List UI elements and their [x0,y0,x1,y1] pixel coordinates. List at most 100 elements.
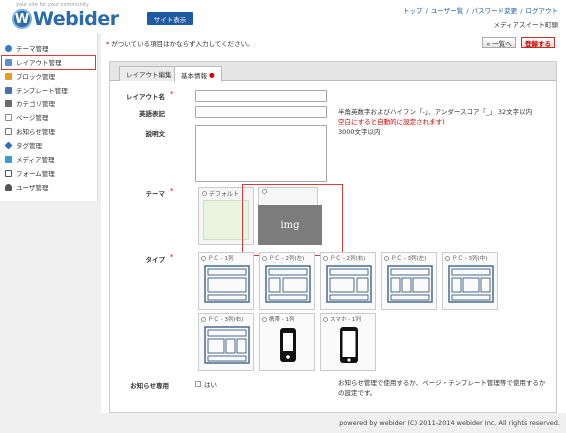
type-label-text: ＰＣ - 3列(左) [391,256,427,262]
smartphone-icon [340,327,358,363]
layout-icon [5,58,12,66]
description-label: 説明文 [145,130,166,138]
globe-icon [5,44,12,52]
english-label: 英語表記 [139,110,165,118]
sidebar-item-tag[interactable]: タグ管理 [4,139,42,151]
required-note: * がついている項目はかならず入力してください。 [106,38,254,48]
nav-link-top[interactable]: トップ [403,7,423,15]
nav-link-user-list[interactable]: ユーザー覧 [431,7,463,15]
type-label: タイプ [145,256,166,264]
type-option-label: スマホ - 1列 [323,315,361,323]
sidebar-item-block[interactable]: ブロック管理 [5,70,55,82]
sidebar-item-label: お知らせ管理 [16,128,55,136]
sidebar-item-layout[interactable]: レイアウト管理 [5,56,62,68]
news-only-label: お知らせ専用 [130,382,169,390]
tab-layout-edit[interactable]: レイアウト編集 [119,66,179,81]
sidebar-item-label: カテゴリ管理 [16,100,55,108]
radio-button[interactable] [201,255,206,261]
sidebar: テーマ管理 レイアウト管理 ブロック管理 テンプレート管理 カテゴリ管理 ページ… [0,33,98,201]
type-label-text: ＰＣ - 3列(中) [452,256,488,262]
radio-button[interactable] [262,316,267,322]
sidebar-item-label: ブロック管理 [16,73,55,81]
radio-button[interactable] [323,255,328,261]
nav-separator: / [425,7,428,15]
required-star: * [170,90,174,98]
required-star: * [170,187,174,195]
type-option-pc-2col-left[interactable]: ＰＣ - 2列(左) [259,252,315,310]
layout-name-label: レイアウト名 [126,93,165,101]
radio-button[interactable] [202,191,207,196]
sidebar-item-theme[interactable]: テーマ管理 [5,42,49,54]
type-option-mobile-1col[interactable]: 携帯 - 1列 [259,313,315,371]
required-note-text: がついている項目はかならず入力してください。 [111,40,254,48]
sidebar-item-label: テーマ管理 [16,45,49,53]
top-nav-links: トップ / ユーザー覧 / パスワード変更 / ログアウト [403,5,558,15]
tag-icon [4,141,13,149]
sidebar-item-label: ユーザ管理 [16,184,49,192]
news-only-checkbox-label: はい [204,381,217,389]
theme-default-label: デフォルト [209,191,240,198]
type-option-pc-3col-left[interactable]: ＰＣ - 3列(左) [381,252,437,310]
sidebar-item-label: タグ管理 [16,142,42,150]
sidebar-item-label: レイアウト管理 [16,59,62,67]
tab-required-dot: ● [209,70,215,79]
layout-2col-right-icon [326,265,372,303]
type-option-label: ＰＣ - 2列(左) [262,254,304,262]
type-option-label: ＰＣ - 2列(右) [323,254,365,262]
view-site-button[interactable]: サイト表示 [147,12,193,25]
user-icon [5,183,12,191]
radio-button[interactable] [262,255,267,261]
nav-link-change-password[interactable]: パスワード変更 [472,7,518,15]
type-option-label: ＰＣ - 1列 [201,254,233,262]
description-textarea[interactable] [195,125,327,182]
sidebar-item-media[interactable]: メディア管理 [5,153,55,165]
sidebar-item-page[interactable]: ページ管理 [5,111,48,123]
news-only-checkbox[interactable] [195,381,201,387]
radio-button[interactable] [201,316,206,322]
type-option-label: ＰＣ - 3列(右) [201,315,243,323]
sidebar-item-template[interactable]: テンプレート管理 [5,84,68,96]
sidebar-item-category[interactable]: カテゴリ管理 [5,97,55,109]
tab-label: レイアウト編集 [126,71,172,79]
nav-separator: / [520,7,523,15]
type-option-smartphone-1col[interactable]: スマホ - 1列 [320,313,376,371]
layout-3col-left-icon [387,265,433,303]
english-name-input[interactable] [195,106,327,118]
description-hint: 3000文字以内 [338,128,381,136]
type-option-pc-3col-right[interactable]: ＰＣ - 3列(右) [198,313,254,371]
form-panel: レイアウト編集 基本情報 ● レイアウト名 * 英語表記 半角英数字およびハイフ… [109,61,557,413]
footer: powered by webider (C) 2011-2014 webider… [0,413,566,433]
radio-button[interactable] [323,316,328,322]
layout-name-input[interactable] [195,90,327,102]
media-icon [5,155,12,163]
current-user-name: メディアスイート町頭 [493,21,558,29]
type-option-label: ＰＣ - 3列(中) [445,254,487,262]
register-button[interactable]: 登録する [521,37,555,48]
sidebar-item-news[interactable]: お知らせ管理 [5,125,55,137]
page-icon [5,113,12,121]
tab-bar: レイアウト編集 基本情報 ● [110,62,556,82]
logo[interactable]: W Webider [12,8,119,30]
required-star: * [170,253,174,261]
radio-button[interactable] [384,255,389,261]
nav-link-logout[interactable]: ログアウト [526,7,559,15]
logo-text: Webider [33,8,119,30]
theme-image-placeholder: img [258,205,322,245]
nav-separator: / [466,7,469,15]
type-option-pc-3col-center[interactable]: ＰＣ - 3列(中) [442,252,498,310]
type-option-pc-2col-right[interactable]: ＰＣ - 2列(右) [320,252,376,310]
back-to-list-button[interactable]: « 一覧へ [482,37,516,48]
app-header: your site for your community W Webider サ… [0,0,566,33]
sidebar-item-user[interactable]: ユーザ管理 [5,181,48,193]
main-content: * がついている項目はかならず入力してください。 « 一覧へ 登録する レイアウ… [101,33,566,413]
tab-basic-info[interactable]: 基本情報 ● [174,66,222,82]
sidebar-item-label: フォーム管理 [16,170,55,178]
radio-button[interactable] [445,255,450,261]
tab-label: 基本情報 [181,71,207,80]
news-icon [5,127,12,135]
news-only-checkbox-row[interactable]: はい [195,379,217,389]
feature-phone-icon [280,328,296,362]
layout-2col-left-icon [265,265,311,303]
type-option-pc-1col[interactable]: ＰＣ - 1列 [198,252,254,310]
sidebar-item-form[interactable]: フォーム管理 [5,167,55,179]
